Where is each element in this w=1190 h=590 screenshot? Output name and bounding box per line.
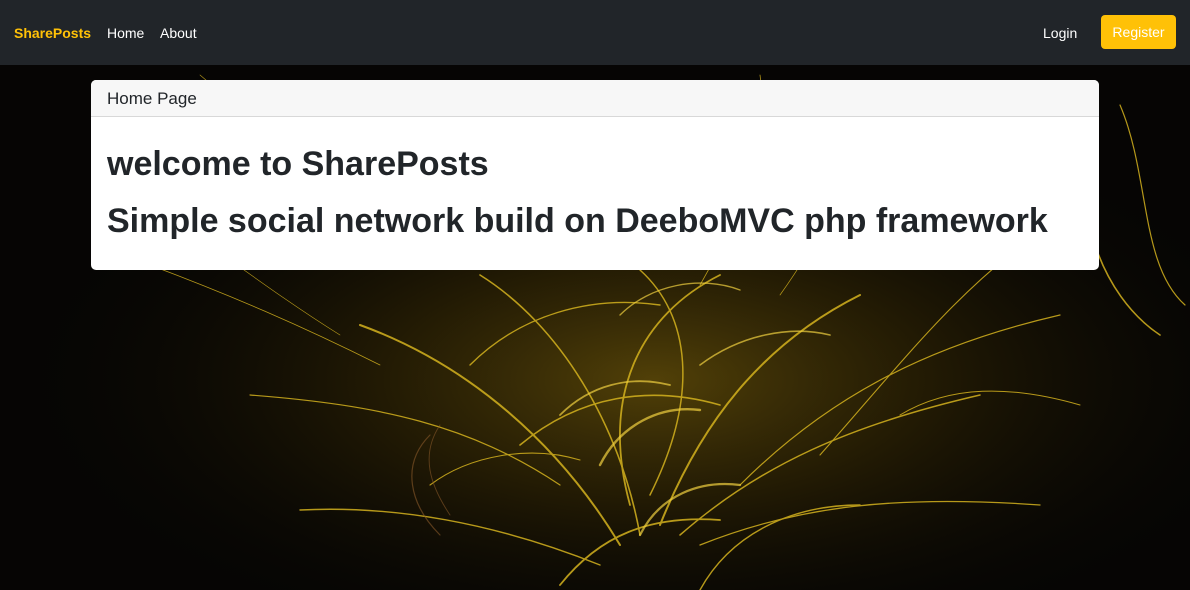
- welcome-heading: welcome to SharePosts: [107, 145, 489, 183]
- description-heading: Simple social network build on DeeboMVC …: [107, 202, 1048, 240]
- page: SharePosts Home About Login Register Hom…: [0, 0, 1190, 590]
- card-header: Home Page: [91, 80, 1099, 117]
- top-navbar: SharePosts Home About Login Register: [0, 0, 1190, 65]
- home-card: Home Page welcome to SharePosts Simple s…: [91, 80, 1099, 270]
- register-button[interactable]: Register: [1101, 15, 1176, 49]
- login-link[interactable]: Login: [1043, 24, 1077, 42]
- nav-link-about[interactable]: About: [160, 24, 197, 42]
- nav-link-home[interactable]: Home: [107, 24, 144, 42]
- brand-logo-link[interactable]: SharePosts: [14, 24, 91, 42]
